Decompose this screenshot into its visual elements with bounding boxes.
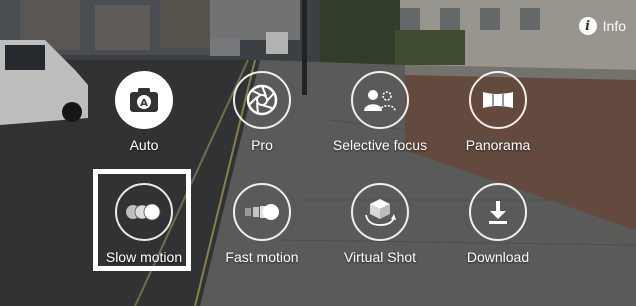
mode-label: Auto [129, 137, 159, 153]
mode-label: Fast motion [225, 249, 299, 265]
mode-label: Selective focus [332, 137, 428, 153]
mode-label: Pro [251, 137, 273, 153]
camera-mode-screen: i Info A Auto Pro Selective focus Panora… [0, 0, 636, 306]
mode-fast-motion[interactable]: Fast motion [203, 183, 321, 283]
mode-selective-focus[interactable]: Selective focus [321, 71, 439, 171]
info-button[interactable]: i Info [578, 17, 626, 35]
info-label: Info [602, 18, 626, 34]
mode-panorama[interactable]: Panorama [439, 71, 557, 171]
mode-label: Panorama [465, 137, 531, 153]
mode-slow-motion[interactable]: Slow motion [85, 183, 203, 283]
selective-focus-icon [351, 71, 409, 129]
mode-label: Virtual Shot [343, 249, 417, 265]
panorama-icon [469, 71, 527, 129]
mode-pro[interactable]: Pro [203, 71, 321, 171]
svg-text:A: A [140, 98, 148, 109]
download-icon [469, 183, 527, 241]
camera-auto-icon: A [115, 71, 173, 129]
virtual-shot-icon [351, 183, 409, 241]
mode-virtual-shot[interactable]: Virtual Shot [321, 183, 439, 283]
info-icon: i [578, 17, 597, 35]
mode-download[interactable]: Download [439, 183, 557, 283]
slow-motion-icon [115, 183, 173, 241]
mode-auto[interactable]: A Auto [85, 71, 203, 171]
mode-label: Download [466, 249, 530, 265]
aperture-icon [233, 71, 291, 129]
mode-label: Slow motion [105, 249, 183, 265]
fast-motion-icon [233, 183, 291, 241]
